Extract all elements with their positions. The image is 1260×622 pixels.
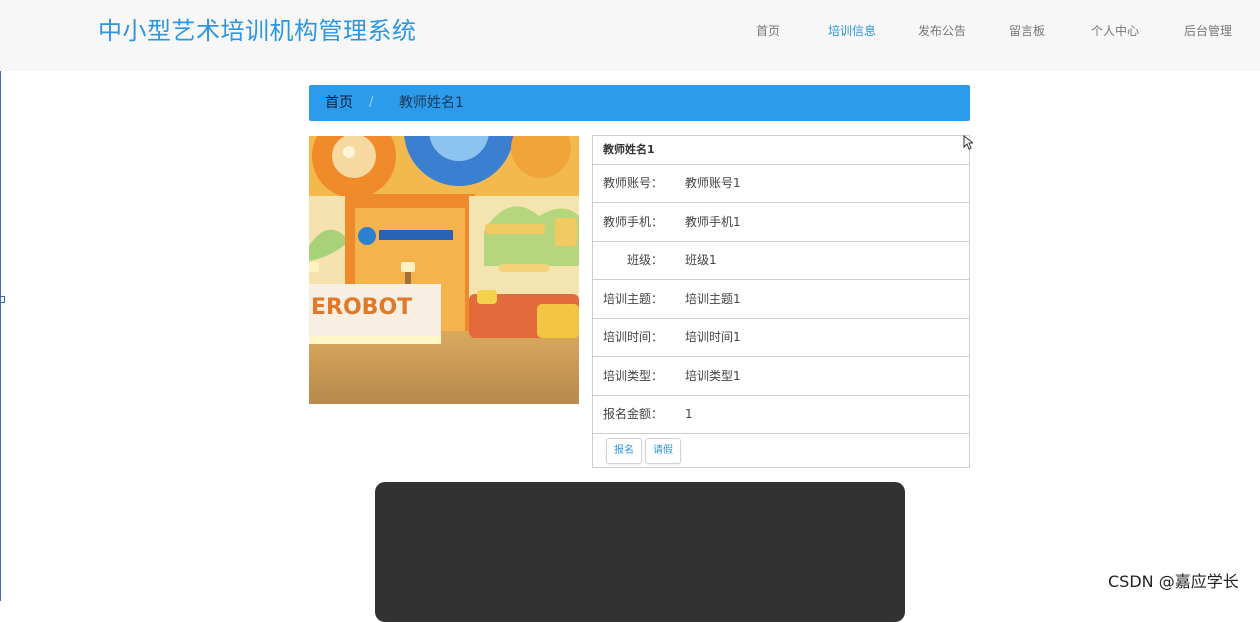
row-value: 教师账号1 — [685, 176, 741, 190]
panel-heading: 教师姓名1 — [593, 136, 969, 165]
row-label: 培训主题： — [602, 292, 663, 306]
row-label: 报名金额： — [602, 407, 663, 421]
detail-row-phone: 教师手机： 教师手机1 — [593, 203, 969, 242]
mouse-cursor-icon — [963, 135, 973, 150]
detail-row-topic: 培训主题： 培训主题1 — [593, 280, 969, 319]
resize-handle[interactable] — [0, 296, 5, 303]
breadcrumb-separator: / — [369, 95, 374, 110]
row-label: 班级： — [626, 253, 663, 267]
breadcrumb-home-link[interactable]: 首页 — [325, 94, 353, 112]
teacher-photo: EROBOT — [309, 136, 579, 404]
nav-item-admin[interactable]: 后台管理 — [1184, 21, 1232, 41]
detail-row-type: 培训类型： 培训类型1 — [593, 357, 969, 396]
video-player[interactable] — [375, 482, 905, 622]
photo-sign-text: EROBOT — [311, 295, 412, 320]
detail-row-time: 培训时间： 培训时间1 — [593, 318, 969, 357]
row-value: 1 — [685, 407, 693, 421]
teacher-detail-panel: 教师姓名1 教师账号： 教师账号1 教师手机： 教师手机1 班级： 班级1 培训… — [592, 135, 970, 468]
detail-row-fee: 报名金额： 1 — [593, 395, 969, 434]
row-value: 教师手机1 — [685, 215, 741, 229]
row-label: 教师手机： — [602, 215, 663, 229]
signup-button[interactable]: 报名 — [606, 438, 642, 464]
row-value: 培训主题1 — [685, 292, 741, 306]
watermark: CSDN @嘉应学长 — [1108, 572, 1239, 591]
site-title: 中小型艺术培训机构管理系统 — [98, 17, 417, 45]
site-header: 中小型艺术培训机构管理系统 首页 培训信息 发布公告 留言板 个人中心 后台管理 — [0, 0, 1260, 71]
breadcrumb-current: 教师姓名1 — [399, 95, 464, 111]
teacher-name-heading: 教师姓名1 — [603, 143, 655, 156]
row-label: 教师账号： — [602, 176, 663, 190]
detail-row-account: 教师账号： 教师账号1 — [593, 164, 969, 203]
nav-item-announcements[interactable]: 发布公告 — [918, 21, 966, 41]
nav-item-personal-center[interactable]: 个人中心 — [1091, 21, 1139, 41]
nav-item-training-info[interactable]: 培训信息 — [828, 21, 876, 41]
row-label: 培训类型： — [602, 369, 663, 383]
photo-illustration: EROBOT — [309, 136, 579, 404]
row-value: 培训时间1 — [685, 330, 741, 344]
row-value: 培训类型1 — [685, 369, 741, 383]
nav-item-message-board[interactable]: 留言板 — [1009, 21, 1045, 41]
detail-row-class: 班级： 班级1 — [593, 241, 969, 280]
row-label: 培训时间： — [602, 330, 663, 344]
nav-item-home[interactable]: 首页 — [756, 21, 780, 41]
row-value: 班级1 — [685, 253, 717, 267]
leave-request-button[interactable]: 请假 — [645, 438, 681, 464]
breadcrumb: 首页 / 教师姓名1 — [309, 85, 970, 121]
